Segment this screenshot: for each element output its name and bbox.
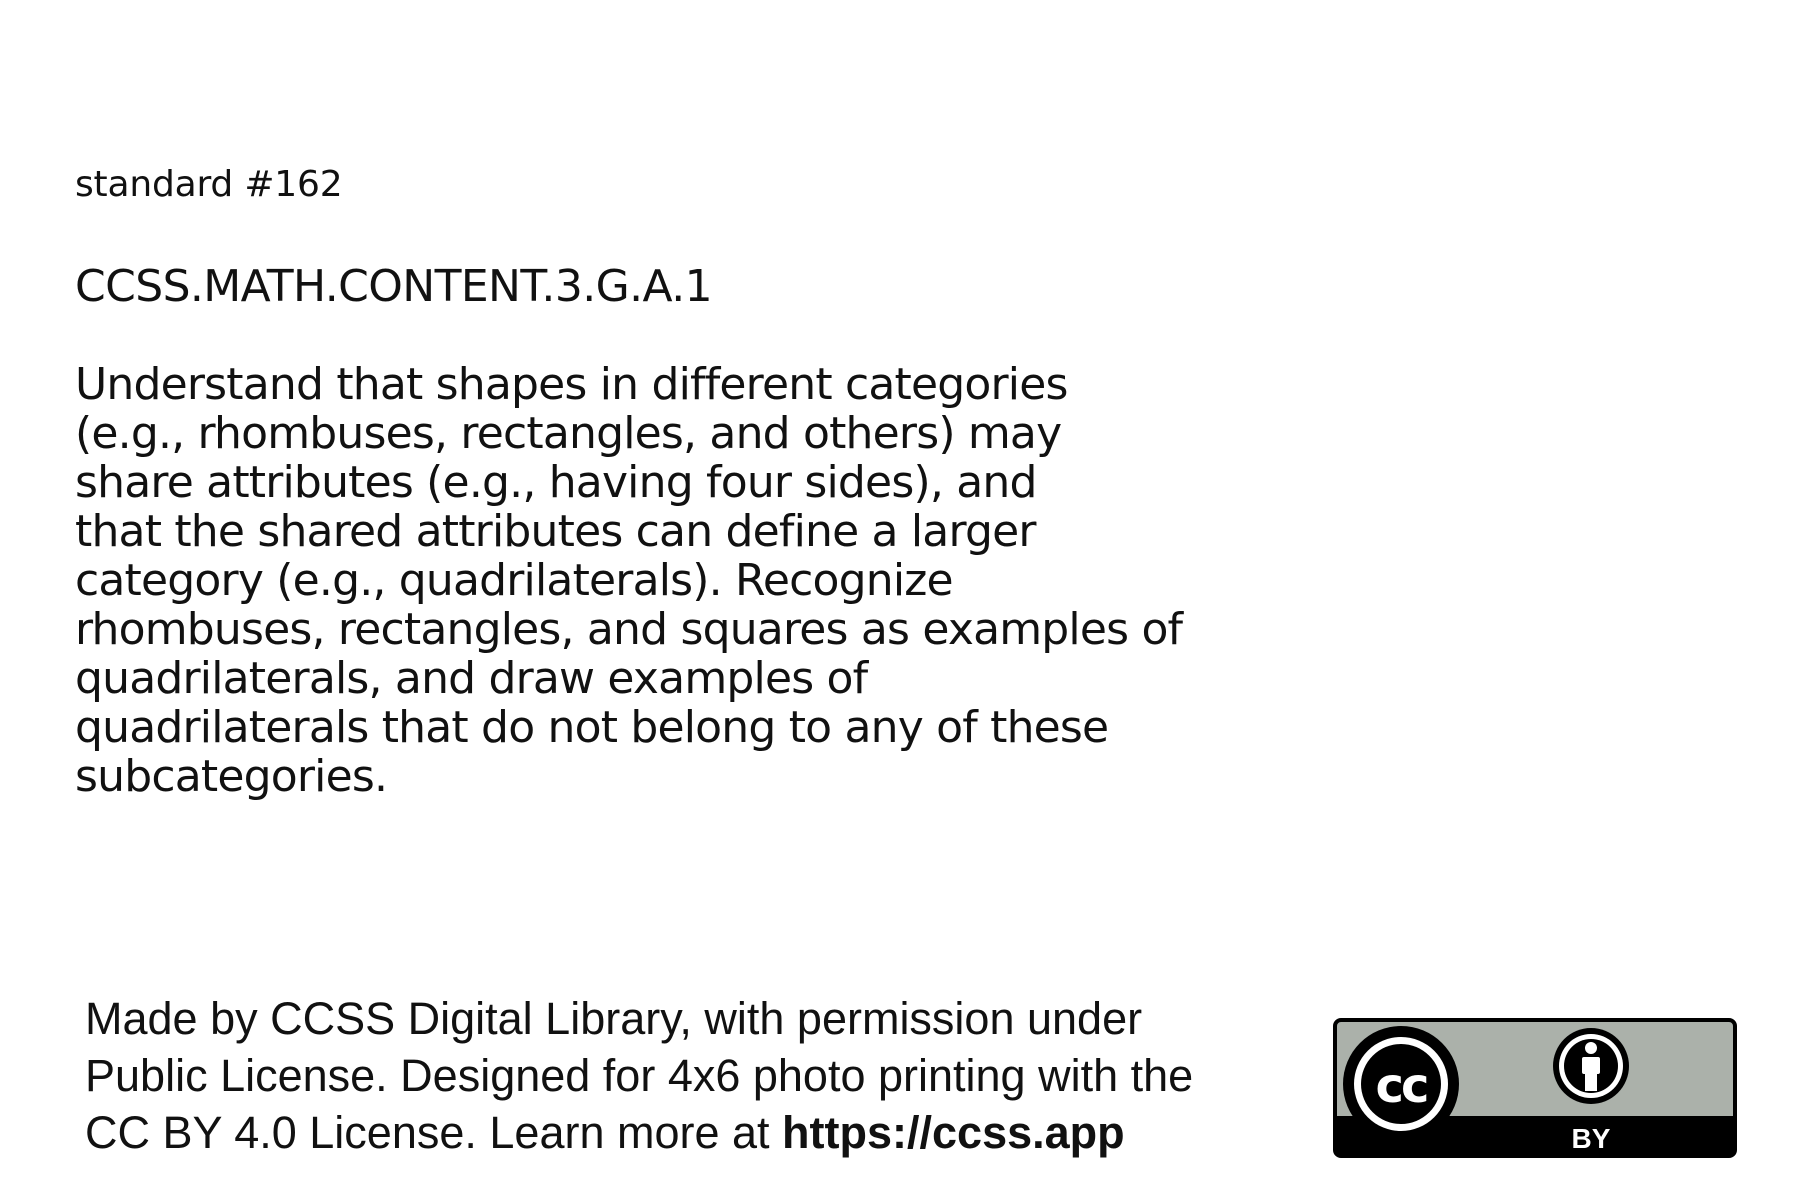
description-line: quadrilaterals that do not belong to any… <box>75 702 1109 753</box>
cc-label: cc <box>1376 1058 1427 1114</box>
footer-line-3-text: CC BY 4.0 License. Learn more at <box>85 1107 783 1158</box>
standard-description: Understand that shapes in different cate… <box>75 360 1255 801</box>
description-line: that the shared attributes can define a … <box>75 506 1036 557</box>
description-line: (e.g., rhombuses, rectangles, and others… <box>75 408 1062 459</box>
creative-commons-icon: cc <box>1343 1026 1459 1142</box>
description-line: subcategories. <box>75 751 388 802</box>
description-line: Understand that shapes in different cate… <box>75 359 1068 410</box>
description-line: rhombuses, rectangles, and squares as ex… <box>75 604 1183 655</box>
footer-line-1: Made by CCSS Digital Library, with permi… <box>85 993 1143 1044</box>
by-label: BY <box>1572 1123 1611 1154</box>
license-footer: Made by CCSS Digital Library, with permi… <box>85 990 1305 1161</box>
description-line: category (e.g., quadrilaterals). Recogni… <box>75 555 954 606</box>
footer-line-2: Public License. Designed for 4x6 photo p… <box>85 1050 1194 1101</box>
cc-by-license-badge: cc BY <box>1333 1018 1737 1158</box>
ccss-app-link[interactable]: https://ccss.app <box>782 1107 1125 1158</box>
cc-by-badge-graphic: cc BY <box>1333 1018 1737 1158</box>
standard-code: CCSS.MATH.CONTENT.3.G.A.1 <box>75 261 713 312</box>
footer-line-3: CC BY 4.0 License. Learn more at https:/… <box>85 1104 1305 1161</box>
description-line: quadrilaterals, and draw examples of <box>75 653 868 704</box>
description-line: share attributes (e.g., having four side… <box>75 457 1037 508</box>
standard-number: standard #162 <box>75 164 343 205</box>
attribution-person-icon <box>1553 1028 1629 1104</box>
